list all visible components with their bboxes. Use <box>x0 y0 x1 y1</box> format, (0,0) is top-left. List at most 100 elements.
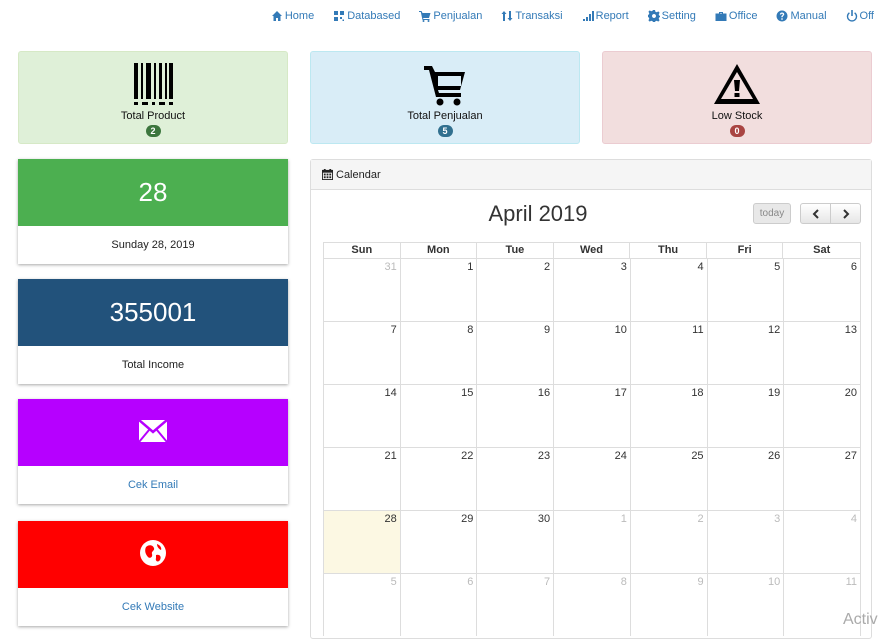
calendar-week-row: 21 22 23 24 25 26 27 <box>323 447 861 510</box>
calendar-day[interactable]: 3 <box>707 510 785 573</box>
nav-off[interactable]: Off <box>846 10 874 22</box>
prev-month-button[interactable] <box>800 203 831 224</box>
total-penjualan-box[interactable]: Total Penjualan 5 <box>310 51 580 144</box>
chevron-left-icon <box>812 208 819 219</box>
calendar-day[interactable]: 15 <box>400 384 478 447</box>
low-stock-label: Low Stock <box>711 110 763 122</box>
low-stock-box[interactable]: Low Stock 0 <box>602 51 872 144</box>
nav-databased[interactable]: Databased <box>333 10 400 22</box>
question-icon <box>776 10 788 22</box>
calendar-day[interactable]: 17 <box>554 384 631 447</box>
nav-home[interactable]: Home <box>271 10 314 22</box>
gear-icon <box>647 10 660 22</box>
calendar-day[interactable]: 27 <box>784 447 861 510</box>
calendar-day[interactable]: 10 <box>554 321 631 384</box>
calendar-panel-header: Calendar <box>311 160 871 190</box>
calendar-day[interactable]: 6 <box>784 258 861 321</box>
calendar-week-row: 7 8 9 10 11 12 13 <box>323 321 861 384</box>
calendar-day[interactable]: 5 <box>324 573 401 636</box>
nav-label: Manual <box>790 10 827 22</box>
calendar-day[interactable]: 6 <box>400 573 478 636</box>
nav-label: Home <box>284 10 315 22</box>
calendar-day[interactable]: 7 <box>324 321 401 384</box>
calendar-panel: Calendar April 2019 today Sun Mon Tue Wed Th… <box>310 159 872 639</box>
calendar-day[interactable]: 1 <box>554 510 631 573</box>
calendar-day[interactable]: 22 <box>400 447 478 510</box>
nav-label: Penjualan <box>433 10 483 22</box>
nav-penjualan[interactable]: Penjualan <box>419 10 482 22</box>
calendar-day[interactable]: 9 <box>630 573 708 636</box>
calendar-day[interactable]: 2 <box>477 258 555 321</box>
nav-manual[interactable]: Manual <box>776 10 827 22</box>
next-month-button[interactable] <box>830 203 861 224</box>
nav-label: Office <box>728 10 758 22</box>
calendar-day[interactable]: 8 <box>554 573 631 636</box>
nav-label: Off <box>859 10 874 22</box>
calendar-day[interactable]: 24 <box>554 447 631 510</box>
calendar-day[interactable]: 1 <box>400 258 478 321</box>
calendar-day[interactable]: 16 <box>477 384 555 447</box>
nav-label: Report <box>595 10 629 22</box>
sort-icon <box>501 11 513 21</box>
date-caption: Sunday 28, 2019 <box>111 239 195 251</box>
calendar-week-row: 28 29 30 1 2 3 4 <box>323 510 861 573</box>
envelope-icon <box>138 419 168 445</box>
weekday-sun: Sun <box>324 243 401 258</box>
total-penjualan-badge: 5 <box>437 125 453 137</box>
weekday-wed: Wed <box>554 243 631 258</box>
calendar-day[interactable]: 5 <box>707 258 785 321</box>
weekday-tue: Tue <box>477 243 554 258</box>
calendar-day[interactable]: 14 <box>324 384 401 447</box>
calendar-day[interactable]: 4 <box>630 258 708 321</box>
home-icon <box>271 11 282 21</box>
calendar-day[interactable]: 21 <box>324 447 401 510</box>
calendar-day[interactable]: 25 <box>630 447 708 510</box>
calendar-day[interactable]: 10 <box>707 573 785 636</box>
calendar-day[interactable]: 26 <box>707 447 785 510</box>
nav-transaksi[interactable]: Transaksi <box>501 10 563 22</box>
email-tile[interactable]: Cek Email <box>18 399 288 504</box>
activation-watermark: Activ <box>843 611 878 628</box>
briefcase-icon <box>715 12 727 21</box>
income-caption: Total Income <box>121 359 185 371</box>
cek-website-link[interactable]: Cek Website <box>18 588 288 626</box>
calendar-day[interactable]: 3 <box>554 258 631 321</box>
signal-icon <box>582 11 594 21</box>
income-value: 355001 <box>109 297 197 327</box>
calendar-week-row: 31 1 2 3 4 5 6 <box>323 258 861 321</box>
chevron-right-icon <box>842 208 849 219</box>
calendar-day[interactable]: 19 <box>707 384 785 447</box>
calendar-day[interactable]: 23 <box>477 447 555 510</box>
calendar-day[interactable]: 7 <box>477 573 555 636</box>
calendar-grid: Sun Mon Tue Wed Thu Fri Sat 31 1 2 3 4 5 6 7 8 9 10 11 12 1… <box>323 242 861 636</box>
calendar-day[interactable]: 29 <box>400 510 478 573</box>
calendar-day[interactable]: 13 <box>784 321 861 384</box>
calendar-day-today[interactable]: 28 <box>324 510 401 573</box>
today-button[interactable]: today <box>753 203 791 224</box>
calendar-day[interactable]: 31 <box>324 258 401 321</box>
total-product-box[interactable]: Total Product 2 <box>18 51 288 144</box>
top-nav: Home Databased Penjualan Transaksi Report Set… <box>271 0 886 32</box>
calendar-day[interactable]: 8 <box>400 321 478 384</box>
calendar-day[interactable]: 30 <box>477 510 555 573</box>
date-number: 28 <box>138 177 168 207</box>
calendar-day[interactable]: 9 <box>477 321 555 384</box>
qrcode-icon <box>334 11 345 21</box>
calendar-day[interactable]: 4 <box>784 510 861 573</box>
website-tile[interactable]: Cek Website <box>18 521 288 626</box>
calendar-day[interactable]: 20 <box>784 384 861 447</box>
weekday-mon: Mon <box>401 243 478 258</box>
nav-setting[interactable]: Setting <box>647 10 696 22</box>
warning-icon <box>712 59 762 109</box>
globe-icon <box>140 540 166 569</box>
calendar-day[interactable]: 2 <box>630 510 708 573</box>
income-tile: 355001 Total Income <box>18 279 288 384</box>
calendar-day[interactable]: 11 <box>630 321 708 384</box>
nav-office[interactable]: Office <box>715 10 758 22</box>
date-tile: 28 Sunday 28, 2019 <box>18 159 288 264</box>
nav-report[interactable]: Report <box>582 10 629 22</box>
cek-email-link[interactable]: Cek Email <box>18 466 288 504</box>
calendar-day[interactable]: 18 <box>630 384 708 447</box>
barcode-icon <box>130 59 176 109</box>
calendar-day[interactable]: 12 <box>707 321 785 384</box>
